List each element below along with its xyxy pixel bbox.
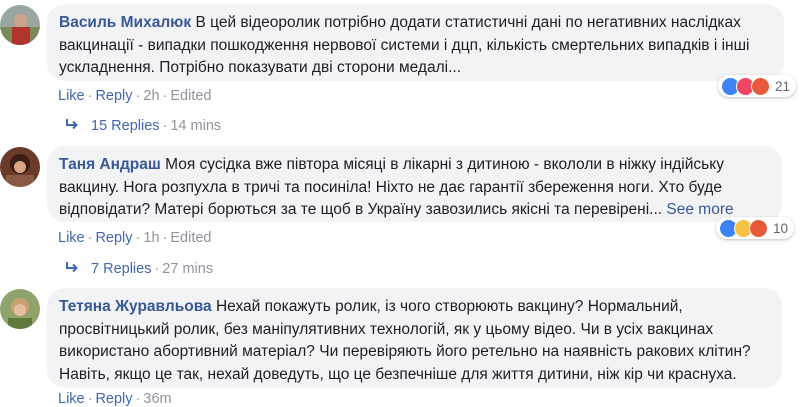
avatar[interactable] xyxy=(0,5,40,45)
avatar[interactable] xyxy=(0,147,40,187)
reactions-summary[interactable]: 21 xyxy=(718,75,797,97)
comment-time[interactable]: 36m xyxy=(143,391,171,407)
comment-author[interactable]: Василь Михалюк xyxy=(59,14,191,31)
replies-count[interactable]: 7 Replies xyxy=(91,261,151,277)
like-button[interactable]: Like xyxy=(58,88,85,104)
reply-button[interactable]: Reply xyxy=(95,391,132,407)
edited-label[interactable]: Edited xyxy=(170,88,211,104)
reactions-summary[interactable]: 10 xyxy=(716,217,795,239)
comment-time[interactable]: 2h xyxy=(143,88,159,104)
comment-author[interactable]: Таня Андраш xyxy=(59,156,161,173)
comment-author[interactable]: Тетяна Журавльова xyxy=(59,298,212,315)
view-replies-link[interactable]: 7 Replies · 27 mins xyxy=(65,261,213,277)
reply-button[interactable]: Reply xyxy=(95,88,132,104)
replies-time: 14 mins xyxy=(170,118,222,134)
see-more-link[interactable]: See more xyxy=(666,201,733,218)
replies-time: 27 mins xyxy=(162,261,214,277)
like-button[interactable]: Like xyxy=(58,391,85,407)
reaction-count: 10 xyxy=(773,220,789,236)
comment-actions: Like · Reply · 2h · Edited xyxy=(58,88,212,104)
reply-arrow-icon xyxy=(65,118,79,134)
avatar-photo xyxy=(0,5,40,45)
edited-label[interactable]: Edited xyxy=(170,230,211,246)
angry-icon xyxy=(751,76,770,96)
comment-bubble: Тетяна Журавльова Нехай покажуть ролик, … xyxy=(47,288,782,388)
replies-count[interactable]: 15 Replies xyxy=(91,118,160,134)
comment-bubble: Таня Андраш Моя сусідка вже півтора міся… xyxy=(47,146,782,222)
avatar-photo xyxy=(0,289,40,329)
angry-icon xyxy=(749,218,768,238)
comment-time[interactable]: 1h xyxy=(143,230,159,246)
reaction-count: 21 xyxy=(775,78,791,94)
reply-arrow-icon xyxy=(65,261,79,277)
avatar-photo xyxy=(0,147,40,187)
comment-actions: Like · Reply · 1h · Edited xyxy=(58,230,212,246)
comment-actions: Like · Reply · 36m xyxy=(58,391,172,407)
view-replies-link[interactable]: 15 Replies · 14 mins xyxy=(65,118,221,134)
comment-bubble: Василь Михалюк В цей відеоролик потрібно… xyxy=(47,4,784,81)
reply-button[interactable]: Reply xyxy=(95,230,132,246)
avatar[interactable] xyxy=(0,289,40,329)
like-button[interactable]: Like xyxy=(58,230,85,246)
